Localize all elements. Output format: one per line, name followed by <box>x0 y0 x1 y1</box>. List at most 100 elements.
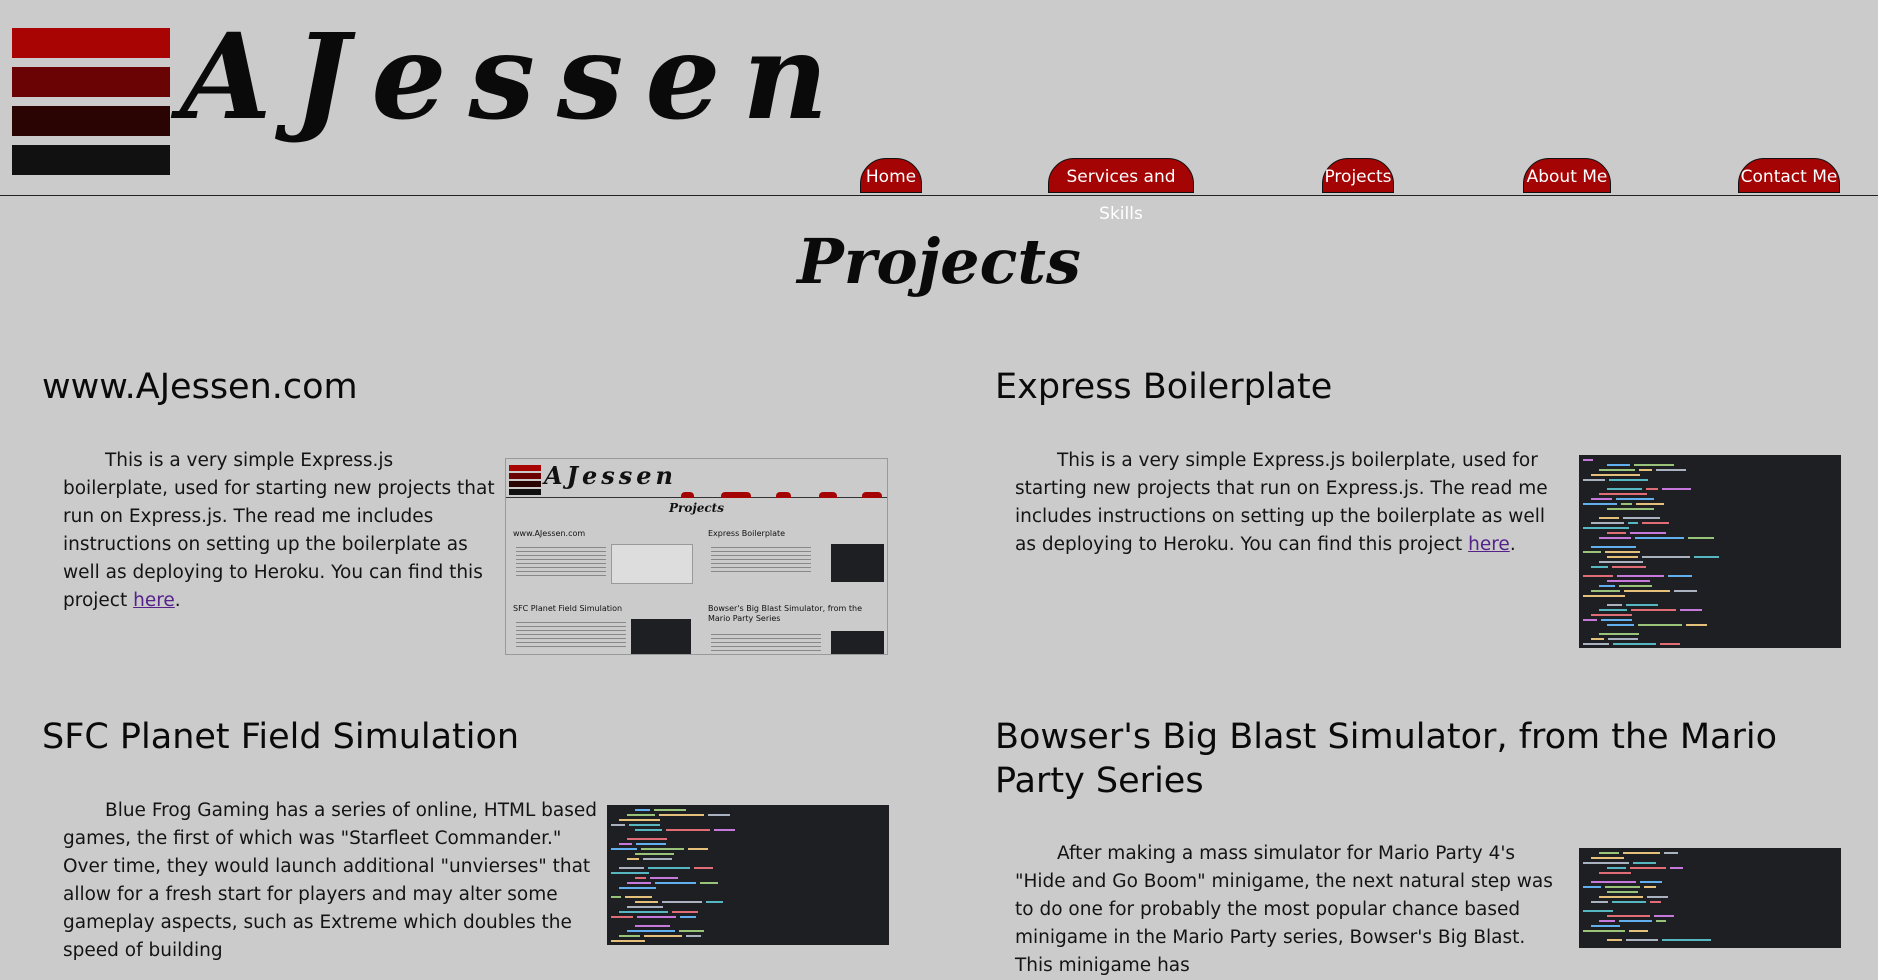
code-line <box>1607 464 1630 466</box>
code-line <box>1656 920 1666 922</box>
thumb-brand: AJessen <box>544 461 677 490</box>
code-line <box>1607 915 1650 917</box>
code-line <box>700 882 718 884</box>
code-line <box>672 911 698 913</box>
nav-home[interactable]: Home <box>860 158 922 193</box>
code-line <box>1591 522 1624 524</box>
nav-projects[interactable]: Projects <box>1322 158 1394 193</box>
site-brand[interactable]: AJessen <box>180 18 850 136</box>
code-line <box>1626 939 1658 941</box>
code-line <box>1583 551 1601 553</box>
code-line <box>1660 643 1680 645</box>
code-line <box>1599 872 1631 874</box>
code-line <box>1608 638 1638 640</box>
code-line <box>1599 561 1643 563</box>
project-link[interactable]: here <box>1468 534 1510 555</box>
code-line <box>1599 469 1635 471</box>
nav-services-and-skills[interactable]: Services and Skills <box>1048 158 1194 224</box>
project-card: SFC Planet Field Simulation Blue Frog Ga… <box>42 715 892 961</box>
code-line <box>659 814 704 816</box>
code-line <box>636 843 666 845</box>
code-line <box>1650 901 1661 903</box>
thumb-text-block <box>516 619 626 649</box>
thumb-nav-tab <box>819 492 837 498</box>
code-line <box>1624 590 1670 592</box>
code-screenshot <box>1579 455 1841 648</box>
code-line <box>619 867 644 869</box>
code-line <box>1591 638 1604 640</box>
code-line <box>1607 891 1638 893</box>
code-line <box>627 930 675 932</box>
project-text: After making a mass simulator for Mario … <box>1015 843 1553 976</box>
code-line <box>629 824 660 826</box>
code-line <box>686 935 701 937</box>
code-line <box>611 824 625 826</box>
code-line <box>1591 881 1636 883</box>
code-line <box>619 819 660 821</box>
code-line <box>1601 619 1632 621</box>
code-line <box>1626 604 1658 606</box>
site-header: AJessen Home Services and Skills Project… <box>0 0 1878 224</box>
thumb-nav-tab <box>721 492 751 498</box>
page-title: Projects <box>797 225 1081 298</box>
code-line <box>1599 517 1619 519</box>
thumb-image <box>611 544 693 584</box>
code-line <box>1647 896 1668 898</box>
code-line <box>1605 886 1640 888</box>
logo-bar <box>12 106 170 136</box>
code-line <box>1633 862 1656 864</box>
code-line <box>1599 609 1627 611</box>
code-line <box>627 814 655 816</box>
code-line <box>1583 479 1605 481</box>
code-line <box>1591 590 1620 592</box>
nav-about-me[interactable]: About Me <box>1523 158 1611 193</box>
thumb-card-title: SFC Planet Field Simulation <box>513 604 623 613</box>
project-title: Bowser's Big Blast Simulator, from the M… <box>995 717 1778 801</box>
thumb-text-block <box>711 544 811 574</box>
code-line <box>1664 852 1678 854</box>
code-line <box>1670 867 1683 869</box>
code-line <box>1607 508 1654 510</box>
code-line <box>680 916 696 918</box>
project-description: This is a very simple Express.js boilerp… <box>1015 447 1560 559</box>
code-line <box>1591 925 1620 927</box>
nav-contact-me[interactable]: Contact Me <box>1738 158 1840 193</box>
code-line <box>1635 537 1684 539</box>
thumb-nav-tab <box>681 492 694 498</box>
code-line <box>1619 585 1652 587</box>
project-title: www.AJessen.com <box>42 367 358 407</box>
code-line <box>1623 517 1660 519</box>
thumb-nav-tab <box>862 492 882 498</box>
thumb-logo-icon <box>509 465 541 495</box>
project-card: www.AJessen.com This is a very simple Ex… <box>42 365 892 665</box>
code-line <box>1654 915 1674 917</box>
code-line <box>688 848 708 850</box>
logo-bar <box>12 67 170 97</box>
thumb-title: Projects <box>669 501 724 515</box>
code-line <box>1628 522 1638 524</box>
main-nav: Home Services and Skills Projects About … <box>0 158 1878 224</box>
project-card: Bowser's Big Blast Simulator, from the M… <box>995 715 1845 976</box>
code-line <box>1583 595 1625 597</box>
code-line <box>1639 469 1652 471</box>
code-line <box>1694 556 1719 558</box>
code-line <box>1607 580 1650 582</box>
code-line <box>1686 624 1707 626</box>
code-line <box>619 843 632 845</box>
code-line <box>1599 920 1615 922</box>
code-line <box>1617 575 1664 577</box>
project-text-end: . <box>174 590 181 611</box>
project-link[interactable]: here <box>133 590 175 611</box>
code-line <box>1583 643 1609 645</box>
code-line <box>1583 503 1617 505</box>
code-line <box>1630 532 1666 534</box>
thumb-nav-tab <box>776 492 791 498</box>
code-line <box>1591 857 1624 859</box>
code-line <box>1621 503 1632 505</box>
code-line <box>662 901 702 903</box>
code-line <box>1599 852 1619 854</box>
code-line <box>1591 614 1632 616</box>
code-line <box>611 848 637 850</box>
code-line <box>1607 624 1634 626</box>
code-line <box>635 925 670 927</box>
